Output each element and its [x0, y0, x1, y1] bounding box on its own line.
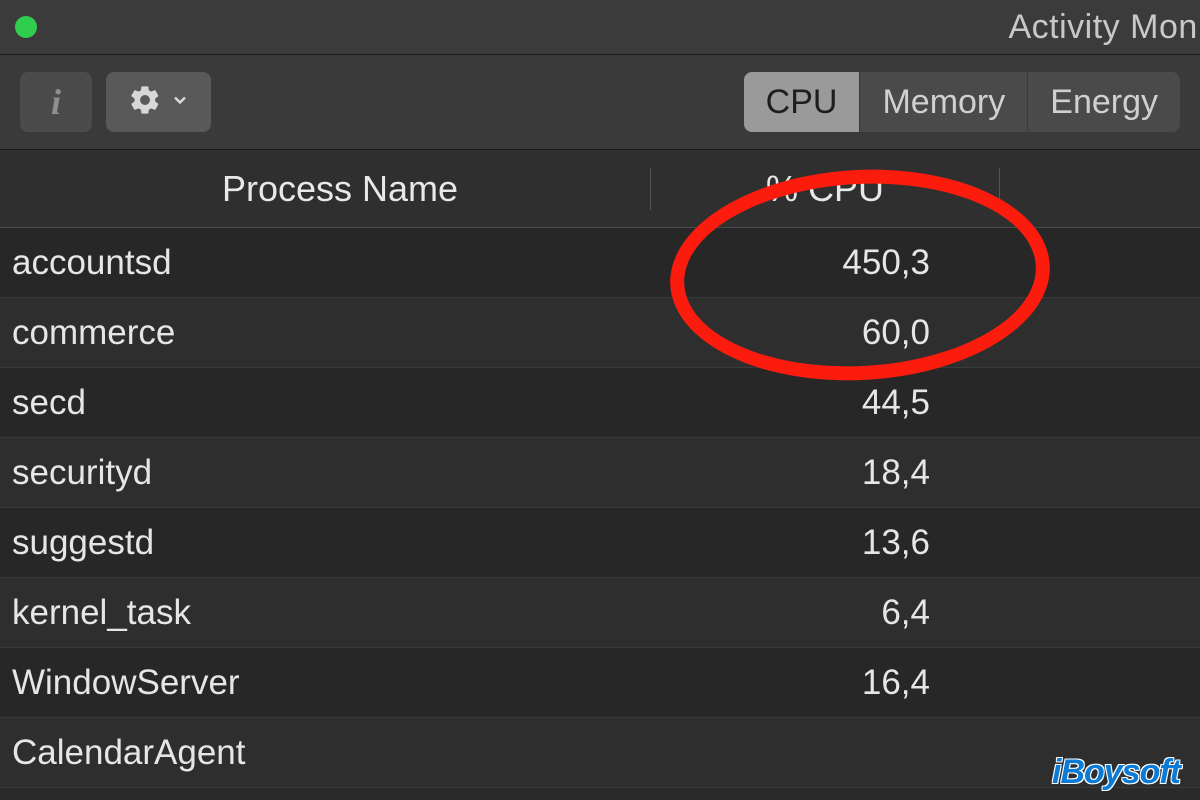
process-cpu-cell: 44,5	[650, 383, 1000, 423]
process-table-body: accountsd 450,3 commerce 60,0 secd 44,5 …	[0, 228, 1200, 788]
tab-bar: CPU Memory Energy	[744, 72, 1180, 132]
watermark-logo: iBoysoft	[1052, 753, 1180, 792]
actions-menu-button[interactable]	[106, 72, 211, 132]
toolbar: i CPU Memory Energy	[0, 55, 1200, 150]
info-icon: i	[51, 81, 61, 123]
process-name-cell: kernel_task	[0, 593, 650, 633]
process-name-cell: accountsd	[0, 243, 650, 283]
process-name-cell: CalendarAgent	[0, 733, 650, 773]
process-cpu-cell: 16,4	[650, 663, 1000, 703]
table-row[interactable]: accountsd 450,3	[0, 228, 1200, 298]
titlebar: Activity Monitor (Al	[0, 0, 1200, 55]
chevron-down-icon	[170, 90, 190, 115]
table-row[interactable]: WindowServer 16,4	[0, 648, 1200, 718]
tab-cpu[interactable]: CPU	[744, 72, 861, 132]
window-title: Activity Monitor (Al	[600, 0, 1200, 55]
gear-icon	[128, 83, 162, 122]
table-row[interactable]: CalendarAgent	[0, 718, 1200, 788]
expand-window-button[interactable]	[15, 16, 37, 38]
table-header: Process Name % CPU	[0, 150, 1200, 228]
window-controls	[15, 16, 37, 38]
tab-memory[interactable]: Memory	[860, 72, 1028, 132]
column-process-name[interactable]: Process Name	[0, 168, 650, 210]
process-name-cell: securityd	[0, 453, 650, 493]
process-name-cell: WindowServer	[0, 663, 650, 703]
process-name-cell: secd	[0, 383, 650, 423]
table-row[interactable]: securityd 18,4	[0, 438, 1200, 508]
process-cpu-cell: 18,4	[650, 453, 1000, 493]
info-button[interactable]: i	[20, 72, 92, 132]
process-name-cell: commerce	[0, 313, 650, 353]
process-cpu-cell: 60,0	[650, 313, 1000, 353]
table-row[interactable]: secd 44,5	[0, 368, 1200, 438]
table-row[interactable]: commerce 60,0	[0, 298, 1200, 368]
process-cpu-cell: 450,3	[650, 243, 1000, 283]
process-cpu-cell: 6,4	[650, 593, 1000, 633]
process-cpu-cell: 13,6	[650, 523, 1000, 563]
table-row[interactable]: kernel_task 6,4	[0, 578, 1200, 648]
tab-energy[interactable]: Energy	[1028, 72, 1180, 132]
column-cpu-percent[interactable]: % CPU	[650, 168, 1000, 210]
table-row[interactable]: suggestd 13,6	[0, 508, 1200, 578]
process-name-cell: suggestd	[0, 523, 650, 563]
